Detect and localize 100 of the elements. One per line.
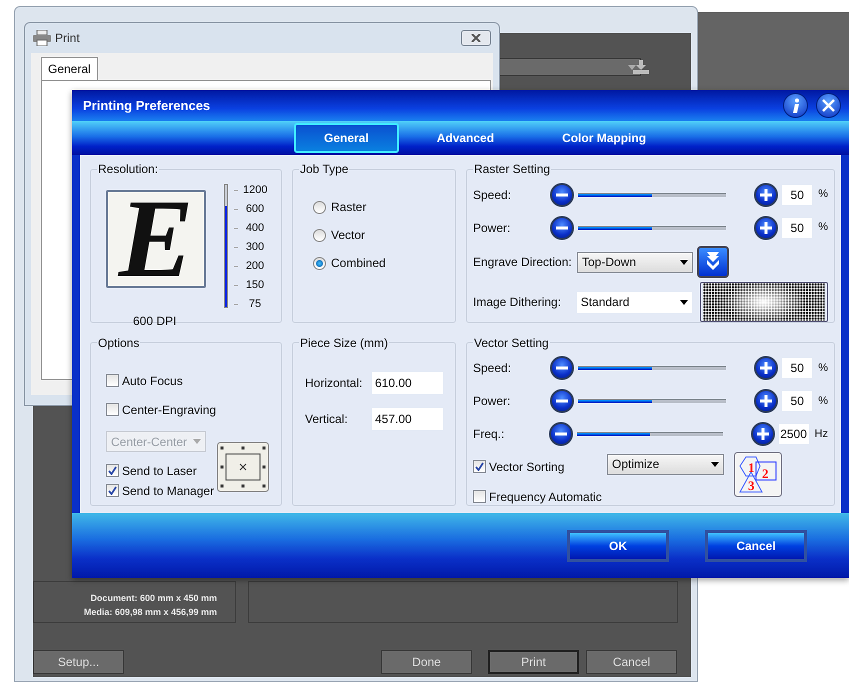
scale-label: 1200 (243, 183, 267, 198)
decrease-button[interactable] (550, 182, 574, 206)
radio-button[interactable] (313, 200, 326, 214)
slider-track[interactable] (578, 399, 726, 403)
alignment-icon[interactable] (217, 442, 269, 492)
close-button[interactable] (461, 30, 491, 46)
slider-track[interactable] (578, 366, 726, 370)
decrease-button[interactable] (550, 389, 574, 413)
checkbox-label: Send to Laser (122, 462, 197, 480)
download-icon[interactable] (633, 60, 649, 74)
radio-label: Vector (331, 227, 366, 244)
radio-button[interactable] (313, 256, 326, 270)
value-field[interactable]: 50 (782, 391, 812, 411)
slider-track[interactable] (578, 226, 726, 230)
dialog-button[interactable]: Print (488, 650, 579, 674)
plus-icon (759, 394, 774, 408)
window-title: Printing Preferences (83, 96, 210, 115)
slider-label: Power: (473, 220, 512, 236)
field-label: Horizontal: (305, 374, 364, 392)
decrease-button[interactable] (550, 356, 574, 380)
tab[interactable]: General (294, 123, 399, 153)
plus-icon (759, 361, 774, 375)
resolution-slider[interactable] (224, 184, 228, 308)
increase-button[interactable] (754, 216, 778, 240)
scale-label: 600 (244, 202, 266, 218)
tab[interactable]: Color Mapping (532, 123, 676, 153)
group-title: Raster Setting (473, 161, 552, 178)
checkbox[interactable] (106, 464, 119, 477)
value-field[interactable]: 50 (782, 218, 812, 238)
checkbox-label: Vector Sorting (489, 458, 564, 476)
dropdown[interactable]: Optimize (607, 454, 724, 474)
preview-letter: E (118, 192, 194, 286)
slider-track[interactable] (576, 432, 723, 436)
dialog-button[interactable]: Cancel (705, 530, 807, 562)
dialog-button[interactable]: OK (567, 530, 669, 562)
close-button[interactable] (816, 93, 841, 118)
field-label: Engrave Direction: (473, 254, 573, 271)
caret-icon (711, 462, 719, 466)
tab[interactable]: General (41, 57, 98, 80)
checkbox-label: Auto Focus (122, 372, 183, 390)
group-title: Options (97, 334, 140, 352)
caret-icon (680, 260, 688, 264)
checkbox[interactable] (106, 374, 119, 387)
checkbox-label: Center-Engraving (122, 402, 216, 418)
slider-label: Freq.: (473, 426, 506, 443)
dropdown[interactable]: Top-Down (577, 252, 693, 272)
field-label: Image Dithering: (473, 294, 562, 311)
increase-button[interactable] (754, 356, 778, 380)
close-icon (471, 34, 481, 42)
checkbox-label: Send to Manager (122, 482, 214, 500)
printer-icon (33, 30, 51, 46)
slider-label: Speed: (473, 360, 512, 377)
scale-label: 150 (244, 278, 266, 294)
unit-label: % (818, 220, 828, 236)
unit-label: % (818, 394, 828, 409)
dialog-button[interactable]: Setup... (33, 650, 124, 674)
radio-label: Raster (331, 199, 366, 216)
media-size-text: Media: 609,98 mm x 456,99 mm (84, 606, 217, 618)
radio-label: Combined (331, 255, 386, 272)
caret-icon (680, 300, 688, 304)
group-title: Resolution: (97, 161, 160, 178)
decrease-button[interactable] (548, 422, 573, 446)
scale-label: 200 (244, 259, 266, 274)
dropdown[interactable]: Standard (576, 292, 692, 312)
dialog-title: Print (55, 30, 80, 47)
checkbox[interactable] (473, 460, 486, 473)
info-button[interactable] (783, 93, 808, 118)
increase-button[interactable] (750, 422, 775, 446)
dpi-label: 600 DPI (133, 313, 178, 330)
tab[interactable]: Advanced (406, 123, 524, 153)
value-field[interactable]: 2500 (778, 424, 809, 444)
direction-button[interactable] (697, 246, 729, 278)
increase-button[interactable] (754, 389, 778, 413)
slider-track[interactable] (578, 192, 726, 196)
scale-label: 75 (248, 297, 262, 312)
checkbox-label: Frequency Automatic (489, 488, 602, 506)
info-icon (792, 98, 800, 114)
slider-label: Speed: (473, 186, 512, 204)
value-field[interactable]: 50 (782, 184, 812, 204)
sort-order-icon[interactable]: 1 2 3 (734, 452, 782, 496)
checkbox[interactable] (106, 484, 119, 497)
radio-button[interactable] (313, 228, 326, 242)
decrease-button[interactable] (550, 216, 574, 240)
increase-button[interactable] (754, 182, 778, 206)
size-field[interactable]: 457.00 (372, 408, 443, 430)
checkbox[interactable] (473, 490, 486, 503)
value-field[interactable]: 50 (782, 358, 812, 378)
unit-label: Hz (814, 426, 828, 442)
group-title: Vector Setting (473, 334, 550, 352)
unit-label: % (818, 360, 828, 376)
dialog-button[interactable]: Cancel (586, 650, 677, 674)
checkbox[interactable] (106, 403, 119, 416)
dialog-button[interactable]: Done (381, 650, 472, 674)
scale-label: 400 (244, 221, 266, 236)
close-icon (822, 99, 835, 112)
group-title: Job Type (299, 161, 350, 178)
size-field[interactable]: 610.00 (372, 372, 443, 394)
field-label: Vertical: (305, 410, 349, 428)
plus-icon (759, 188, 774, 202)
group-title: Piece Size (mm) (299, 334, 390, 352)
